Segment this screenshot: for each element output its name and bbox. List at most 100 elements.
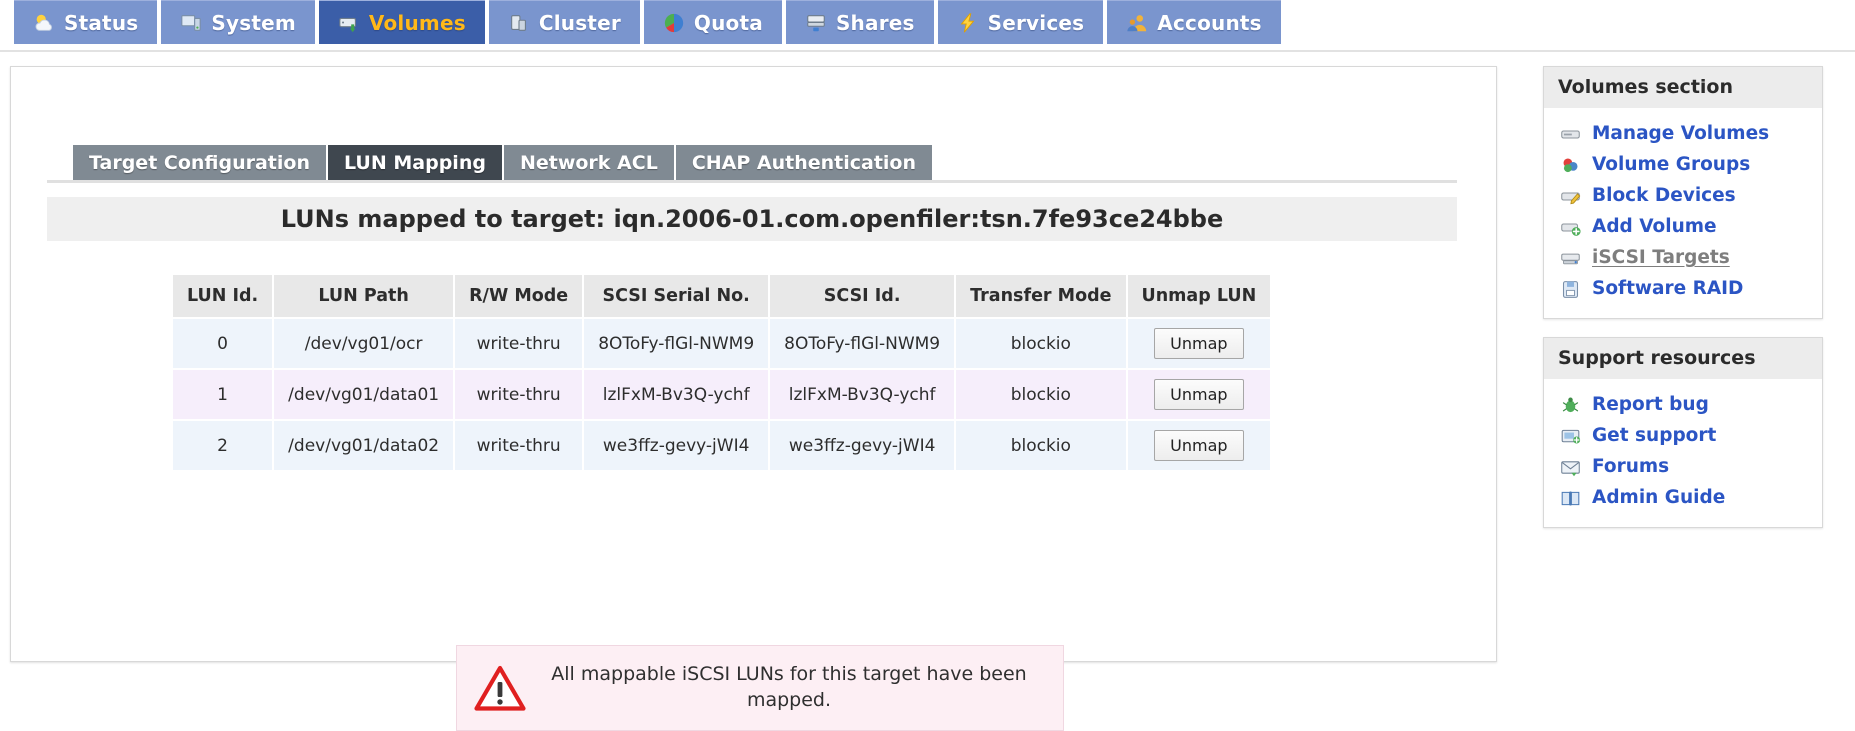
disk-volumes-icon xyxy=(338,12,360,34)
column-header: LUN Path xyxy=(274,275,454,317)
nav-tab-services[interactable]: Services xyxy=(937,0,1104,44)
sidebar-item-forums[interactable]: Forums xyxy=(1554,451,1814,482)
subtab-chap-authentication[interactable]: CHAP Authentication xyxy=(675,145,935,180)
table-header-row: LUN Id. LUN Path R/W Mode SCSI Serial No. SC… xyxy=(173,275,1271,317)
cell-scsi-id: lzlFxM-Bv3Q-ychf xyxy=(770,370,955,419)
book-icon xyxy=(1560,488,1582,508)
cell-transfer-mode: blockio xyxy=(956,421,1126,470)
sidebar-item-label: Get support xyxy=(1592,425,1717,446)
sidebar-item-label: Report bug xyxy=(1592,394,1709,415)
cell-lun-path: /dev/vg01/data01 xyxy=(274,370,454,419)
nav-tab-system[interactable]: System xyxy=(161,0,315,44)
subtab-lun-mapping[interactable]: LUN Mapping xyxy=(328,145,504,180)
sidebar-item-manage-volumes[interactable]: Manage Volumes xyxy=(1554,118,1814,149)
sidebar-panel-support-resources: Support resources Report bug Get support Fo… xyxy=(1543,337,1823,528)
sidebar-item-label: Software RAID xyxy=(1592,278,1744,299)
sidebar-item-add-volume[interactable]: Add Volume xyxy=(1554,211,1814,242)
sidebar-item-label: Manage Volumes xyxy=(1592,123,1770,144)
cell-transfer-mode: blockio xyxy=(956,370,1126,419)
sidebar-item-software-raid[interactable]: Software RAID xyxy=(1554,273,1814,304)
nav-tab-status[interactable]: Status xyxy=(14,0,158,44)
cell-unmap-action: Unmap xyxy=(1127,319,1271,368)
subtab-target-configuration[interactable]: Target Configuration xyxy=(73,145,328,180)
top-navigation-bar: Status System Volumes Cluster Quota Shares Ser… xyxy=(0,0,1855,52)
drive-icon xyxy=(1560,124,1582,144)
page-title: LUNs mapped to target: iqn.2006-01.com.o… xyxy=(47,197,1457,241)
weather-status-icon xyxy=(33,12,55,34)
nav-tab-cluster[interactable]: Cluster xyxy=(488,0,640,44)
panel-title: Volumes section xyxy=(1544,67,1822,108)
lun-mapping-table: LUN Id. LUN Path R/W Mode SCSI Serial No. SC… xyxy=(171,273,1272,472)
cell-rw-mode: write-thru xyxy=(455,421,583,470)
volume-group-icon xyxy=(1560,155,1582,175)
unmap-button[interactable]: Unmap xyxy=(1154,379,1244,410)
nav-tab-label: Cluster xyxy=(538,10,621,35)
cluster-nodes-icon xyxy=(508,12,530,34)
content-panel: Target Configuration LUN Mapping Network A… xyxy=(10,66,1497,731)
column-header: R/W Mode xyxy=(455,275,583,317)
cell-lun-id: 0 xyxy=(173,319,273,368)
bug-icon xyxy=(1560,395,1582,415)
iscsi-subtab-bar: Target Configuration LUN Mapping Network A… xyxy=(73,145,935,180)
table-row: 2/dev/vg01/data02 write-thru we3ffz-gevy-j… xyxy=(173,421,1271,470)
monitor-system-icon xyxy=(180,12,202,34)
sidebar-item-volume-groups[interactable]: Volume Groups xyxy=(1554,149,1814,180)
cell-scsi-serial: we3ffz-gevy-jWI4 xyxy=(584,421,769,470)
column-header: SCSI Serial No. xyxy=(584,275,769,317)
table-head: LUN Id. LUN Path R/W Mode SCSI Serial No. SC… xyxy=(173,275,1271,317)
status-message-box: All mappable iSCSI LUNs for this target … xyxy=(456,645,1064,731)
column-header: SCSI Id. xyxy=(770,275,955,317)
cell-lun-path: /dev/vg01/data02 xyxy=(274,421,454,470)
cell-rw-mode: write-thru xyxy=(455,319,583,368)
subtab-network-acl[interactable]: Network ACL xyxy=(503,145,676,180)
top-navigation-tabs: Status System Volumes Cluster Quota Shares Ser… xyxy=(0,0,1855,46)
nav-tab-label: System xyxy=(211,10,296,35)
cell-lun-id: 1 xyxy=(173,370,273,419)
unmap-button[interactable]: Unmap xyxy=(1154,328,1244,359)
sidebar-item-admin-guide[interactable]: Admin Guide xyxy=(1554,482,1814,513)
users-accounts-icon xyxy=(1126,12,1148,34)
subtab-underline xyxy=(47,180,1457,183)
nav-tab-label: Services xyxy=(987,10,1085,35)
cell-scsi-serial: 8OToFy-flGl-NWM9 xyxy=(584,319,769,368)
sidebar-item-label: Volume Groups xyxy=(1592,154,1751,175)
table-row: 1/dev/vg01/data01 write-thru lzlFxM-Bv3Q-y… xyxy=(173,370,1271,419)
panel-body: Report bug Get support Forums Admin Guide xyxy=(1544,379,1822,527)
status-message-text: All mappable iSCSI LUNs for this target … xyxy=(551,663,1027,711)
support-icon xyxy=(1560,426,1582,446)
column-header: LUN Id. xyxy=(173,275,273,317)
warning-triangle-icon xyxy=(457,665,543,711)
nav-tab-shares[interactable]: Shares xyxy=(785,0,934,44)
cell-lun-id: 2 xyxy=(173,421,273,470)
table-body: 0/dev/vg01/ocr write-thru 8OToFy-flGl-NWM9… xyxy=(173,319,1271,470)
mail-forums-icon xyxy=(1560,457,1582,477)
nav-tab-quota[interactable]: Quota xyxy=(643,0,782,44)
sidebar-item-label: Forums xyxy=(1592,456,1670,477)
sidebar-item-block-devices[interactable]: Block Devices xyxy=(1554,180,1814,211)
iscsi-target-icon xyxy=(1560,248,1582,268)
sidebar-item-iscsi-targets[interactable]: iSCSI Targets xyxy=(1554,242,1814,273)
add-volume-icon xyxy=(1560,217,1582,237)
cell-scsi-id: we3ffz-gevy-jWI4 xyxy=(770,421,955,470)
sidebar-item-label: Block Devices xyxy=(1592,185,1736,206)
cell-unmap-action: Unmap xyxy=(1127,421,1271,470)
sidebar-item-report-bug[interactable]: Report bug xyxy=(1554,389,1814,420)
nav-tab-volumes[interactable]: Volumes xyxy=(318,0,485,44)
lun-mapping-table-wrapper: LUN Id. LUN Path R/W Mode SCSI Serial No. SC… xyxy=(171,273,1272,472)
panel-title: Support resources xyxy=(1544,338,1822,379)
sidebar-item-get-support[interactable]: Get support xyxy=(1554,420,1814,451)
nav-tab-label: Shares xyxy=(835,10,915,35)
nav-tab-label: Status xyxy=(64,10,139,35)
server-shares-icon xyxy=(805,12,827,34)
block-device-icon xyxy=(1560,186,1582,206)
sidebar-item-label: iSCSI Targets xyxy=(1592,247,1730,268)
column-header: Transfer Mode xyxy=(956,275,1126,317)
cell-scsi-id: 8OToFy-flGl-NWM9 xyxy=(770,319,955,368)
nav-tab-label: Quota xyxy=(693,10,763,35)
nav-tab-accounts[interactable]: Accounts xyxy=(1107,0,1281,44)
page-body: Target Configuration LUN Mapping Network A… xyxy=(0,52,1855,731)
nav-tab-label: Volumes xyxy=(368,10,466,35)
pie-quota-icon xyxy=(663,12,685,34)
unmap-button[interactable]: Unmap xyxy=(1154,430,1244,461)
sidebar-item-label: Admin Guide xyxy=(1592,487,1726,508)
